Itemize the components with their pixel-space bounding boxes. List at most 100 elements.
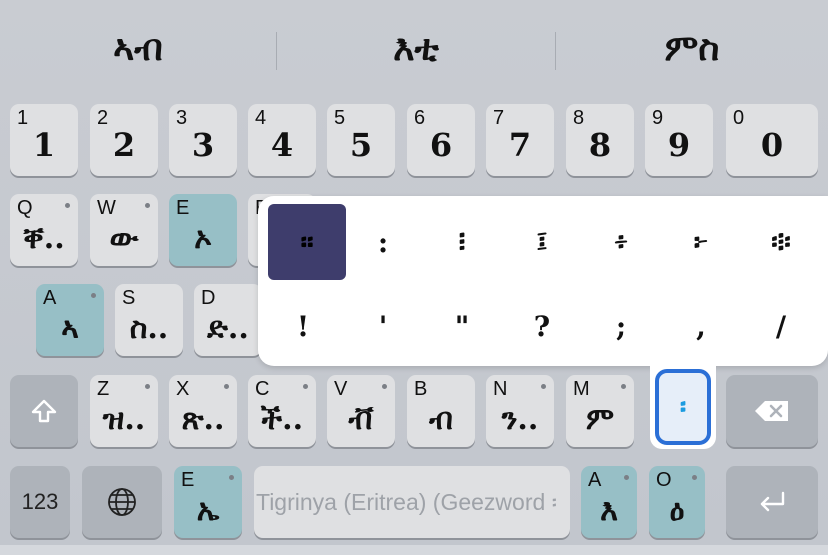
key-8[interactable]: 8 8 [566, 104, 634, 176]
popup-option[interactable]: ፨ [742, 204, 820, 280]
key-label: 5 [349, 126, 373, 164]
key-a[interactable]: A ኣ [36, 284, 104, 356]
more-dot [303, 384, 308, 389]
key-c[interactable]: C ች.. [248, 375, 316, 447]
popup-option[interactable]: ! [264, 288, 342, 364]
key-m[interactable]: M ም [566, 375, 634, 447]
more-dot [145, 203, 150, 208]
more-dot [382, 384, 387, 389]
key-w[interactable]: W ው [90, 194, 158, 266]
key-n[interactable]: N ን.. [486, 375, 554, 447]
punctuation-popup: ። : ፧ ፤ ፥ ፦ ፨ ! ' " ? ; , / [258, 196, 828, 366]
more-dot [224, 384, 229, 389]
popup-option[interactable]: ' [344, 288, 422, 364]
key-label: ም [585, 402, 615, 437]
numbers-key[interactable]: 123 [10, 466, 70, 538]
globe-key[interactable] [82, 466, 162, 538]
key-label: 4 [270, 126, 294, 164]
key-q[interactable]: Q ቐ.. [10, 194, 78, 266]
popup-option[interactable]: / [742, 288, 820, 364]
key-label: 1 [32, 126, 56, 164]
numbers-key-label: 123 [21, 489, 59, 514]
key-2[interactable]: 2 2 [90, 104, 158, 176]
key-label: ቐ.. [23, 221, 65, 256]
more-dot [91, 293, 96, 298]
keyboard: ኣብ እቲ ምስ 1 1 2 2 3 3 4 4 5 5 6 6 7 7 8 8… [0, 0, 828, 545]
key-label: 9 [667, 126, 691, 164]
pressed-punctuation-key[interactable]: ፡ [655, 369, 711, 445]
popup-option[interactable]: : [344, 204, 422, 280]
pressed-key-container: ፡ [650, 365, 716, 449]
key-4[interactable]: 4 4 [248, 104, 316, 176]
popup-option[interactable]: ፦ [662, 204, 740, 280]
key-label: ኣ [61, 311, 79, 346]
popup-option[interactable]: ? [503, 288, 581, 364]
popup-option[interactable]: ፤ [503, 204, 581, 280]
bottom-strip [0, 545, 828, 555]
globe-icon [82, 466, 162, 538]
popup-option[interactable]: ፥ [582, 204, 660, 280]
popup-option[interactable]: ; [582, 288, 660, 364]
suggestion-1[interactable]: ኣብ [0, 0, 276, 96]
key-label: ቭ [348, 402, 374, 437]
key-label: ን.. [501, 402, 539, 437]
return-icon [726, 466, 818, 538]
key-7[interactable]: 7 7 [486, 104, 554, 176]
key-e[interactable]: E ኦ [169, 194, 237, 266]
key-0[interactable]: 0 0 [726, 104, 818, 176]
key-e-bottom[interactable]: E ኤ [174, 466, 242, 538]
key-label: ኤ [196, 493, 220, 528]
shift-key[interactable] [10, 375, 78, 447]
key-hint: W [97, 197, 116, 219]
key-5[interactable]: 5 5 [327, 104, 395, 176]
key-label: ስ.. [129, 311, 169, 346]
more-dot [65, 203, 70, 208]
return-key[interactable] [726, 466, 818, 538]
key-d[interactable]: D ድ.. [194, 284, 262, 356]
more-dot [541, 384, 546, 389]
key-x[interactable]: X ጽ.. [169, 375, 237, 447]
key-hint: E [176, 197, 190, 219]
key-hint: S [122, 287, 136, 309]
shift-icon [10, 375, 78, 447]
key-s[interactable]: S ስ.. [115, 284, 183, 356]
key-hint: A [43, 287, 57, 309]
backspace-key[interactable] [726, 375, 818, 447]
key-label: 0 [760, 126, 784, 164]
popup-option-selected[interactable]: ። [268, 204, 346, 280]
popup-option[interactable]: " [423, 288, 501, 364]
key-b[interactable]: B ብ [407, 375, 475, 447]
key-z[interactable]: Z ዝ.. [90, 375, 158, 447]
key-label: ዝ.. [102, 402, 146, 437]
key-3[interactable]: 3 3 [169, 104, 237, 176]
key-label: እ [600, 493, 618, 528]
key-hint: X [176, 378, 190, 400]
key-hint: O [656, 469, 672, 491]
key-label: 8 [588, 126, 612, 164]
key-hint: N [493, 378, 508, 400]
key-hint: D [201, 287, 216, 309]
popup-option[interactable]: , [662, 288, 740, 364]
key-a-bottom[interactable]: A እ [581, 466, 637, 538]
more-dot [692, 475, 697, 480]
key-hint: V [334, 378, 348, 400]
key-o-bottom[interactable]: O ዕ [649, 466, 705, 538]
key-label: 2 [112, 126, 136, 164]
key-6[interactable]: 6 6 [407, 104, 475, 176]
suggestion-3[interactable]: ምስ [556, 0, 828, 96]
suggestion-2[interactable]: እቲ [277, 0, 555, 96]
more-dot [621, 384, 626, 389]
popup-option[interactable]: ፧ [423, 204, 501, 280]
key-label: ኦ [194, 221, 212, 256]
key-v[interactable]: V ቭ [327, 375, 395, 447]
more-dot [229, 475, 234, 480]
space-bar[interactable]: Tigrinya (Eritrea) (Geezword ፡ [254, 466, 570, 538]
key-9[interactable]: 9 9 [645, 104, 713, 176]
more-dot [624, 475, 629, 480]
key-label: 6 [429, 126, 453, 164]
key-hint: Z [97, 378, 110, 400]
key-label: ው [109, 221, 139, 256]
key-1[interactable]: 1 1 [10, 104, 78, 176]
more-dot [145, 384, 150, 389]
key-hint: C [255, 378, 270, 400]
